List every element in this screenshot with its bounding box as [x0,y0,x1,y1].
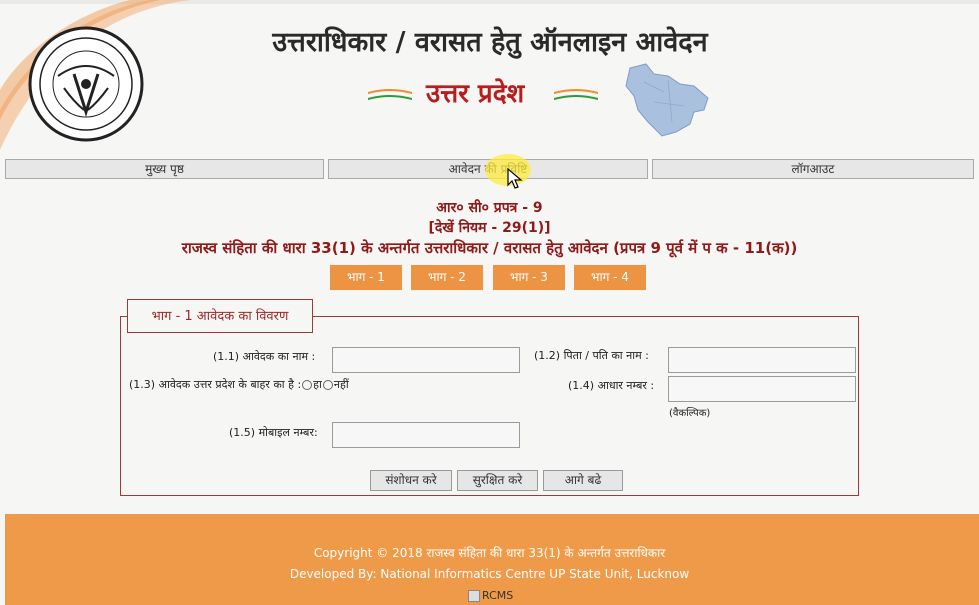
tab-part-3[interactable]: भाग - 3 [493,265,565,290]
rcms-logo-alt: RCMS [482,589,514,602]
nav-home[interactable]: मुख्य पृष्ठ [5,159,324,179]
footer-developer: Developed By: National Informatics Centr… [289,567,690,581]
footer-copyright: Copyright © 2018 राजस्व संहिता की धारा 3… [313,546,666,560]
mouse-pointer-icon [507,168,523,189]
form-code: आर० सी० प्रपत्र - 9 [436,200,543,216]
form-title: राजस्व संहिता की धारा 33(1) के अन्तर्गत … [181,239,798,257]
aadhaar-optional-hint: (वैकल्पिक) [669,408,711,419]
state-name: उत्तर प्रदेश [426,79,525,109]
aadhaar-input[interactable] [668,376,856,402]
up-government-emblem-icon [28,26,144,142]
save-button[interactable]: सुरक्षित करे [457,470,538,491]
outside-up-label: (1.3) आवेदक उत्तर प्रदेश के बाहर का है : [129,378,302,391]
rcms-logo: RCMS [468,589,513,602]
applicant-name-input[interactable] [332,347,520,373]
section-legend: भाग - 1 आवेदक का विवरण [127,299,313,333]
father-husband-name-input[interactable] [668,347,856,373]
tricolor-right-icon [554,89,598,100]
tab-part-1[interactable]: भाग - 1 [330,265,402,290]
nav-logout[interactable]: लॉगआउट [652,159,974,179]
radio-no-label: नहीं [333,378,349,391]
tab-part-2[interactable]: भाग - 2 [411,265,483,290]
outside-up-question: (1.3) आवेदक उत्तर प्रदेश के बाहर का है :… [129,377,349,392]
edit-button[interactable]: संशोधन करे [370,470,452,491]
up-map-icon [625,63,709,137]
aadhaar-label: (1.4) आधार नम्बर : [568,379,655,392]
radio-yes-label: हा [313,378,322,391]
page: उत्तराधिकार / वरासत हेतु ऑनलाइन आवेदन उत… [0,0,979,605]
radio-yes[interactable] [302,380,313,390]
page-title: उत्तराधिकार / वरासत हेतु ऑनलाइन आवेदन [272,27,708,58]
form-rule: [देखें नियम - 29(1)] [428,220,551,236]
mobile-input[interactable] [332,422,520,448]
applicant-name-label: (1.1) आवेदक का नाम : [213,350,316,363]
applicant-details-section [120,316,859,496]
state-banner: उत्तर प्रदेश [368,74,598,114]
tricolor-left-icon [368,89,412,100]
broken-image-icon [468,590,480,602]
tab-part-4[interactable]: भाग - 4 [574,265,646,290]
father-husband-name-label: (1.2) पिता / पति का नाम : [534,349,649,362]
radio-no[interactable] [322,380,333,390]
mobile-label: (1.5) मोबाइल नम्बर: [229,426,318,439]
next-button[interactable]: आगे बढे [543,470,623,491]
